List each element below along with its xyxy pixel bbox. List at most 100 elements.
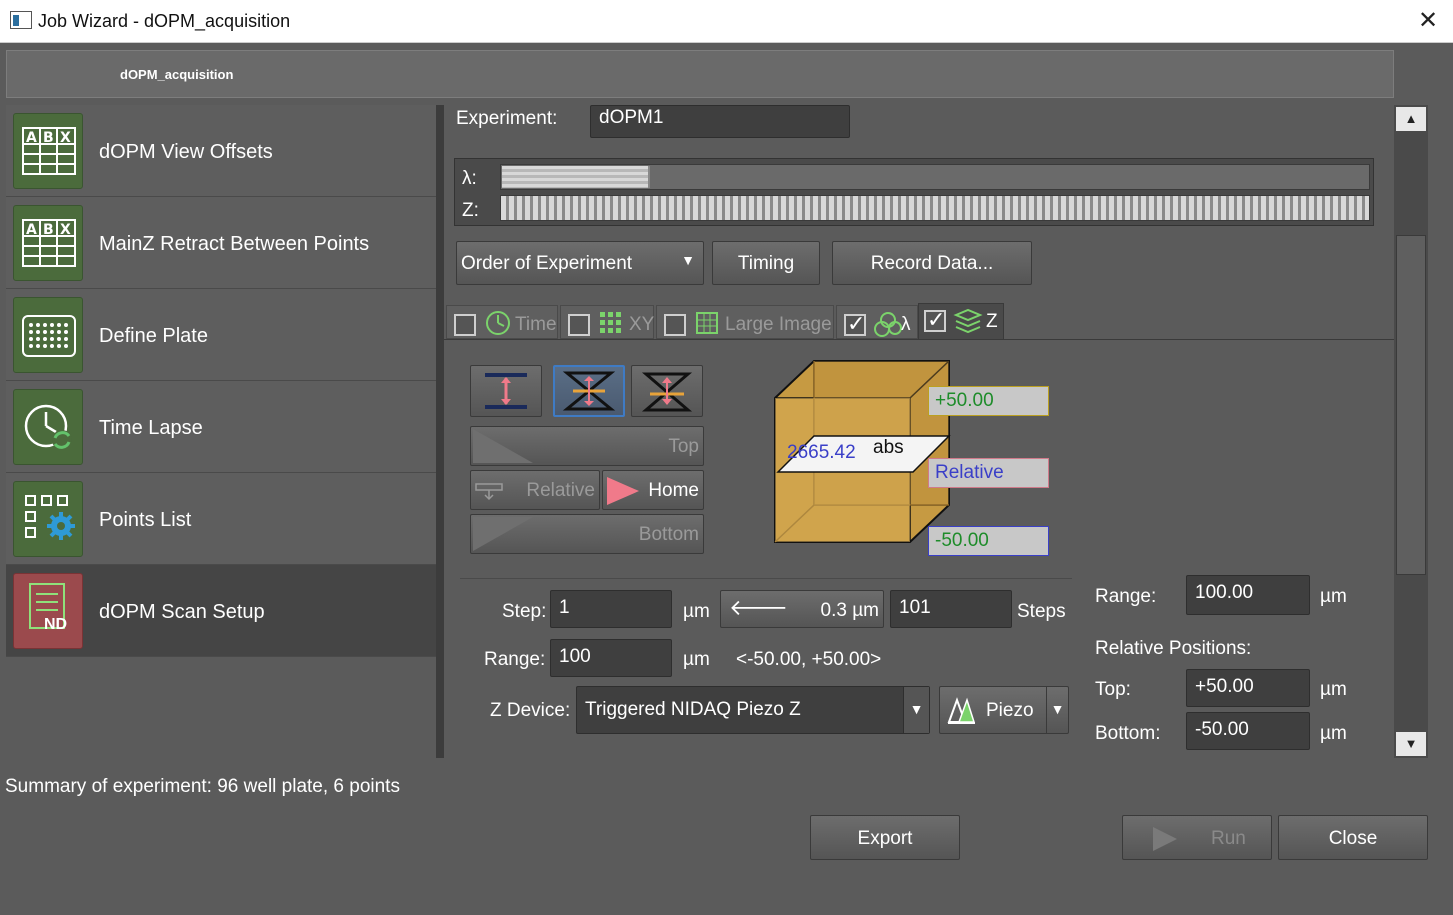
- table-abx-icon: A B X: [13, 205, 83, 281]
- experiment-name-field[interactable]: dOPM1: [590, 105, 850, 138]
- step-from-objective-button[interactable]: 🡐 0.3 µm: [720, 590, 884, 628]
- step-input[interactable]: 1: [550, 590, 672, 628]
- tab-lambda[interactable]: λ: [836, 305, 918, 339]
- task-dopm-view-offsets[interactable]: A B X dOPM View Offsets: [6, 105, 436, 197]
- arrow-left-icon: 🡐: [729, 595, 788, 620]
- piezo-button[interactable]: Piezo ▼: [939, 686, 1069, 734]
- workflow-tab-label: dOPM_acquisition: [120, 67, 234, 82]
- task-label: Points List: [99, 509, 192, 531]
- task-list: A B X dOPM View Offsets A B X MainZ Retr…: [6, 105, 436, 657]
- record-data-button[interactable]: Record Data...: [832, 241, 1032, 285]
- range-right-unit: µm: [1320, 586, 1347, 607]
- piezo-label: Piezo: [986, 700, 1034, 721]
- z-checkbox[interactable]: [924, 307, 946, 333]
- scroll-up-icon[interactable]: ▲: [1396, 107, 1426, 131]
- bottom-label: Bottom:: [1095, 723, 1161, 744]
- task-points-list[interactable]: Points List: [6, 473, 436, 565]
- lambda-checkbox[interactable]: [844, 311, 866, 337]
- play-icon: [1153, 827, 1177, 851]
- z-top-label: Top: [668, 436, 699, 457]
- nd-badge: ND: [44, 616, 68, 633]
- tab-xy[interactable]: XY: [560, 305, 654, 339]
- cube-position-value: 2665.42: [787, 442, 856, 463]
- cube-top-label: +50.00: [928, 386, 1049, 416]
- svg-text:B: B: [43, 130, 54, 146]
- range-span-readout: <-50.00, +50.00>: [736, 649, 882, 670]
- task-define-plate[interactable]: Define Plate: [6, 289, 436, 381]
- lambda-track[interactable]: [500, 164, 1370, 190]
- tab-time[interactable]: Time: [446, 305, 558, 339]
- cube-bottom-label: -50.00: [928, 526, 1049, 556]
- large-image-icon: [696, 312, 718, 334]
- lambda-block: [502, 166, 650, 188]
- z-device-label: Z Device:: [490, 700, 571, 721]
- well-plate-icon: [13, 297, 83, 373]
- asymmetric-range-icon: [641, 372, 693, 412]
- z-mode-symmetric-button[interactable]: [553, 365, 625, 417]
- top-bottom-range-icon: [485, 373, 527, 409]
- svg-text:A: A: [26, 130, 37, 146]
- experiment-summary: Summary of experiment: 96 well plate, 6 …: [5, 776, 400, 797]
- chevron-down-icon: ▼: [1046, 687, 1068, 733]
- run-label: Run: [1211, 828, 1246, 849]
- z-home-label: Home: [648, 480, 699, 501]
- vertical-scrollbar[interactable]: ▲ ▼: [1394, 105, 1428, 758]
- range-label: Range:: [484, 649, 546, 670]
- order-dropdown-value: Order of Experiment: [461, 253, 633, 274]
- export-button[interactable]: Export: [810, 815, 960, 860]
- task-label: Time Lapse: [99, 417, 203, 439]
- timeline-z-label: Z:: [462, 200, 479, 221]
- time-checkbox[interactable]: [454, 314, 476, 336]
- panel-splitter[interactable]: [436, 105, 444, 758]
- grid-icon: [600, 312, 621, 333]
- z-home-button[interactable]: Home: [602, 470, 704, 510]
- tab-large-image[interactable]: Large Image: [656, 305, 834, 339]
- step-readout: 0.3 µm: [820, 600, 879, 621]
- close-button[interactable]: Close: [1278, 815, 1428, 860]
- task-mainz-retract[interactable]: A B X MainZ Retract Between Points: [6, 197, 436, 289]
- symmetric-range-icon: [562, 371, 616, 411]
- task-label: dOPM View Offsets: [99, 141, 273, 163]
- experiment-label: Experiment:: [456, 108, 558, 129]
- z-mode-top-bottom-button[interactable]: [470, 365, 542, 417]
- order-of-experiment-dropdown[interactable]: Order of Experiment ▼: [456, 241, 704, 285]
- range-right-input[interactable]: 100.00: [1186, 575, 1310, 615]
- task-label: MainZ Retract Between Points: [99, 233, 370, 255]
- timing-button[interactable]: Timing: [712, 241, 820, 285]
- top-label: Top:: [1095, 679, 1131, 700]
- relative-positions-label: Relative Positions:: [1095, 638, 1252, 659]
- scroll-down-icon[interactable]: ▼: [1396, 732, 1426, 756]
- task-dopm-scan-setup[interactable]: ND dOPM Scan Setup: [6, 565, 436, 657]
- z-track[interactable]: [500, 195, 1370, 221]
- nd-document-icon: ND: [13, 573, 83, 649]
- z-relative-label: Relative: [526, 480, 595, 501]
- play-triangle-icon: [473, 517, 533, 551]
- z-relative-button[interactable]: Relative: [470, 470, 600, 510]
- bottom-position-input[interactable]: -50.00: [1186, 712, 1310, 750]
- large-image-checkbox[interactable]: [664, 314, 686, 336]
- xy-checkbox[interactable]: [568, 314, 590, 336]
- svg-text:A: A: [26, 222, 37, 238]
- run-button[interactable]: Run: [1122, 815, 1272, 860]
- z-mode-asymmetric-button[interactable]: [631, 365, 703, 417]
- z-bottom-button[interactable]: Bottom: [470, 514, 704, 554]
- steps-count-input[interactable]: 101: [890, 590, 1012, 628]
- scroll-thumb[interactable]: [1396, 235, 1426, 575]
- z-device-dropdown[interactable]: Triggered NIDAQ Piezo Z ▼: [576, 686, 930, 734]
- tab-z[interactable]: Z: [918, 303, 1004, 339]
- top-position-input[interactable]: +50.00: [1186, 669, 1310, 707]
- range-input[interactable]: 100: [550, 639, 672, 677]
- task-time-lapse[interactable]: Time Lapse: [6, 381, 436, 473]
- range-unit: µm: [683, 649, 710, 670]
- chevron-down-icon: ▼: [903, 687, 929, 733]
- z-top-button[interactable]: Top: [470, 426, 704, 466]
- tab-xy-label: XY: [629, 314, 655, 335]
- bottom-bar: Summary of experiment: 96 well plate, 6 …: [0, 758, 1453, 915]
- workflow-tab[interactable]: dOPM_acquisition: [6, 50, 1394, 98]
- tab-lambda-label: λ: [901, 314, 911, 335]
- table-abx-icon: A B X: [13, 113, 83, 189]
- close-window-button[interactable]: ✕: [1413, 6, 1443, 36]
- play-triangle-icon: [473, 429, 533, 463]
- svg-text:X: X: [60, 130, 71, 146]
- cube-relative-label: Relative: [928, 458, 1049, 488]
